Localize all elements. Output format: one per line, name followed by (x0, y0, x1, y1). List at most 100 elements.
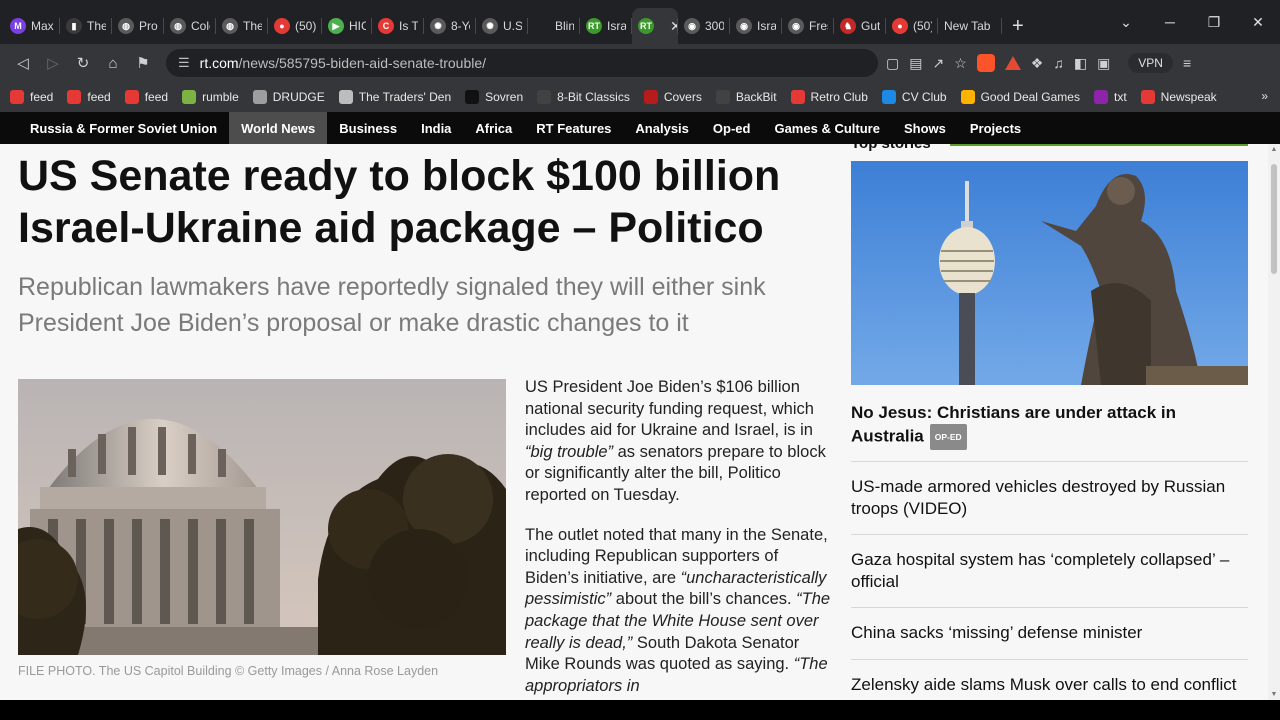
scroll-up-icon[interactable]: ▲ (1270, 146, 1278, 153)
bookmark-label: Sovren (485, 90, 524, 104)
tab-title: New Tab (944, 19, 991, 33)
tab-title: U.S. (503, 19, 522, 33)
tab-search-dropdown-icon[interactable]: ⌄ (1104, 14, 1148, 31)
cast-icon[interactable]: ▢ (886, 55, 899, 72)
minimize-button[interactable]: ─ (1148, 14, 1192, 30)
top-story-link[interactable]: US-made armored vehicles destroyed by Ru… (851, 476, 1248, 520)
restore-button[interactable]: ❐ (1192, 14, 1236, 31)
browser-tab[interactable]: RT Isra (580, 8, 632, 44)
top-story-link[interactable]: China sacks ‘missing’ defense minister (851, 622, 1248, 644)
bookmark-item[interactable]: Covers (643, 90, 702, 104)
vpn-button[interactable]: VPN (1128, 53, 1173, 73)
nav-item[interactable]: RT Features (524, 112, 623, 144)
nav-item[interactable]: Russia & Former Soviet Union (18, 112, 229, 144)
new-tab-button[interactable]: + (1002, 8, 1034, 44)
nav-item[interactable]: World News (229, 112, 328, 144)
site-navigation: Russia & Former Soviet Union World News Bu… (0, 112, 1280, 144)
globe-icon: ◍ (118, 18, 134, 34)
nav-item[interactable]: Games & Culture (762, 112, 891, 144)
sidebar-icon[interactable]: ◧ (1074, 55, 1087, 72)
bookmark-item[interactable]: BackBit (715, 90, 777, 104)
bookmark-item[interactable]: CV Club (881, 90, 947, 104)
bookmark-item[interactable]: Newspeak (1140, 90, 1217, 104)
bookmark-label: Retro Club (810, 90, 868, 104)
reload-icon[interactable]: ↻ (68, 48, 98, 78)
bookmark-item[interactable]: Good Deal Games (960, 90, 1080, 104)
close-window-button[interactable]: ✕ (1236, 14, 1280, 31)
top-story-link[interactable]: Gaza hospital system has ‘completely col… (851, 549, 1248, 593)
bookmark-item[interactable]: DRUDGE (252, 90, 325, 104)
wallet-icon[interactable]: ▣ (1097, 55, 1110, 72)
reader-icon[interactable]: ▤ (909, 55, 922, 72)
brave-shields-icon[interactable] (976, 54, 995, 72)
browser-tab[interactable]: ◍ Pro (112, 8, 164, 44)
top-story-image[interactable] (851, 161, 1248, 385)
browser-tab[interactable]: ◉ Isra (730, 8, 782, 44)
browser-tab[interactable]: Blin (528, 8, 580, 44)
bookmark-label: feed (87, 90, 111, 104)
nav-item[interactable]: Africa (463, 112, 524, 144)
top-story-title[interactable]: No Jesus: Christians are under attack in… (851, 403, 1176, 445)
page-scrollbar[interactable]: ▲ ▼ (1268, 144, 1280, 700)
browser-tab[interactable]: C Is Tl (372, 8, 424, 44)
browser-tab[interactable]: ◉ Fres (782, 8, 834, 44)
menu-icon[interactable]: ≡ (1183, 55, 1191, 71)
nav-item[interactable]: Analysis (623, 112, 700, 144)
bookmark-item[interactable]: feed (67, 90, 111, 104)
nav-item[interactable]: Shows (892, 112, 958, 144)
address-bar[interactable]: ☰ rt.com/news/585795-biden-aid-senate-tr… (166, 49, 878, 77)
bookmark-item[interactable]: feed (10, 90, 53, 104)
top-story-headline[interactable]: No Jesus: Christians are under attack in… (851, 402, 1248, 450)
forward-icon[interactable]: ▷ (38, 48, 68, 78)
globe-icon: ◍ (222, 18, 238, 34)
nav-item[interactable]: Business (327, 112, 409, 144)
s-icon (465, 90, 480, 104)
browser-tab[interactable]: RT ✕ (632, 8, 678, 44)
bookmark-item[interactable]: rumble (182, 90, 239, 104)
bookmark-star-icon[interactable]: ☆ (954, 55, 967, 72)
top-story-link[interactable]: Zelensky aide slams Musk over calls to e… (851, 674, 1248, 696)
bookmark-item[interactable]: The Traders' Den (338, 90, 451, 104)
capitol-photo (18, 379, 506, 655)
bookmark-item[interactable]: Retro Club (790, 90, 868, 104)
browser-tab[interactable]: ● (50) (886, 8, 938, 44)
bookmark-icon[interactable]: ⚑ (128, 48, 158, 78)
tab-title: (50) (913, 19, 932, 33)
gear-icon: ✺ (430, 18, 446, 34)
scrollbar-thumb[interactable] (1271, 164, 1277, 274)
bookmark-item[interactable]: txt (1093, 90, 1127, 104)
nav-item[interactable]: Projects (958, 112, 1033, 144)
bookmark-label: BackBit (735, 90, 777, 104)
share-icon[interactable]: ↗ (932, 55, 944, 72)
red-feed-icon: ● (892, 18, 908, 34)
browser-tab[interactable]: ▮ The (60, 8, 112, 44)
music-icon[interactable]: ♫ (1053, 55, 1064, 71)
backbit-icon (715, 90, 730, 104)
nav-item[interactable]: Op-ed (701, 112, 763, 144)
browser-toolbar: ◁ ▷ ↻ ⌂ ⚑ ☰ rt.com/news/585795-biden-aid… (0, 44, 1280, 82)
browser-tab[interactable]: M Max (4, 8, 60, 44)
back-icon[interactable]: ◁ (8, 48, 38, 78)
browser-tab[interactable]: ♞ Gut (834, 8, 886, 44)
scroll-down-icon[interactable]: ▼ (1270, 691, 1278, 698)
browser-tab[interactable]: ▶ HIG (322, 8, 372, 44)
browser-tab[interactable]: ✺ U.S. (476, 8, 528, 44)
brave-rewards-icon[interactable] (1004, 56, 1021, 70)
site-settings-icon[interactable]: ☰ (178, 55, 190, 71)
bookmarks-overflow-icon[interactable]: » (1261, 89, 1268, 103)
browser-tab[interactable]: ◍ The (216, 8, 268, 44)
browser-tab[interactable]: New Tab (938, 8, 1002, 44)
bookmark-item[interactable]: Sovren (465, 90, 523, 104)
bookmark-item[interactable]: feed (124, 90, 168, 104)
home-icon[interactable]: ⌂ (98, 48, 128, 78)
browser-tab[interactable]: ● (50) (268, 8, 322, 44)
browser-tab[interactable]: ✺ 8-Ye (424, 8, 476, 44)
bookmark-item[interactable]: 8-Bit Classics (537, 90, 630, 104)
bookmark-label: rumble (202, 90, 239, 104)
close-tab-icon[interactable]: ✕ (670, 18, 678, 35)
nav-item[interactable]: India (409, 112, 463, 144)
browser-tab[interactable]: ◍ Cole (164, 8, 216, 44)
browser-tab[interactable]: ◉ 300 (678, 8, 730, 44)
extensions-icon[interactable]: ❖ (1031, 55, 1044, 72)
tab-title: 300 (705, 19, 724, 33)
